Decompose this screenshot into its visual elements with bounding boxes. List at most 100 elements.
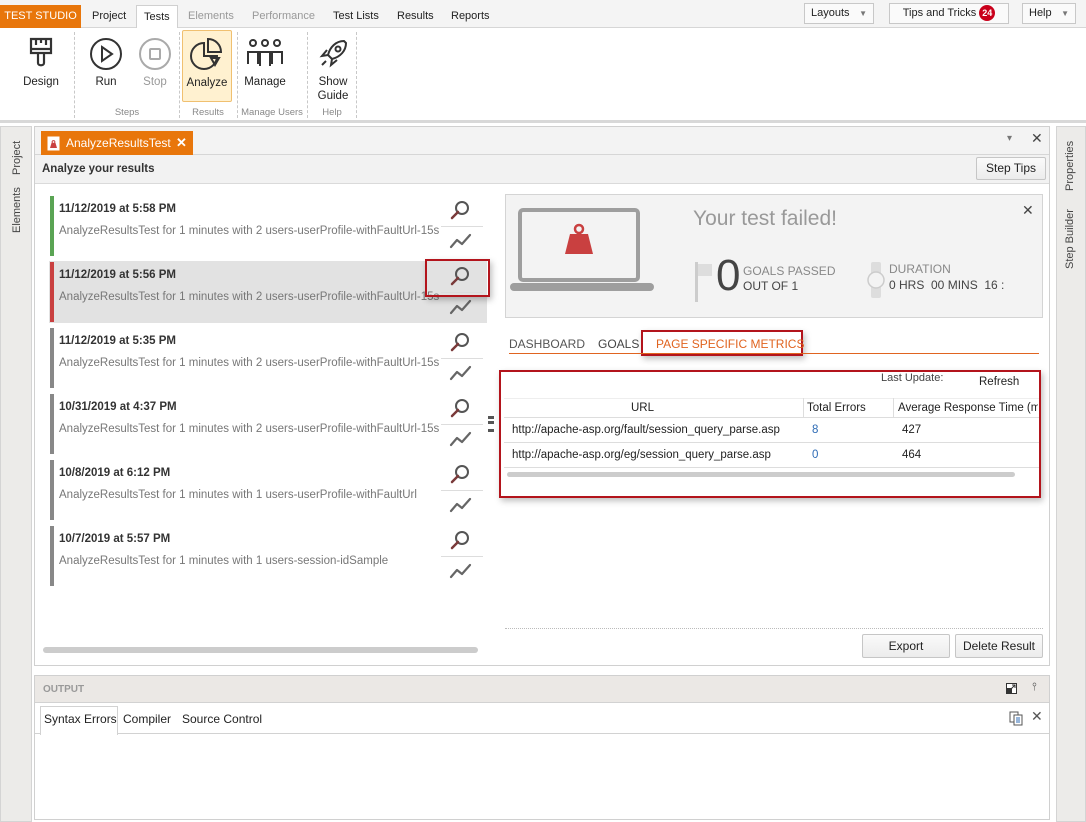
close-icon[interactable]: ✕ — [1022, 203, 1034, 219]
splitter-handle[interactable] — [488, 416, 494, 432]
result-item[interactable]: 11/12/2019 at 5:58 PM AnalyzeResultsTest … — [49, 195, 487, 257]
menu-tab-results[interactable]: Results — [390, 5, 441, 28]
result-description: AnalyzeResultsTest for 1 minutes with 2 … — [59, 225, 439, 237]
rocket-icon — [319, 39, 348, 68]
show-guide-button[interactable]: Show Guide — [310, 30, 356, 102]
menu-tab-performance[interactable]: Performance — [245, 5, 322, 28]
panel-menu-icon[interactable]: ▾ — [1007, 133, 1012, 144]
watch-icon — [867, 262, 885, 298]
column-divider[interactable] — [893, 398, 894, 418]
paintbrush-icon — [29, 37, 53, 67]
group-label-steps: Steps — [114, 107, 140, 118]
result-item[interactable]: 11/12/2019 at 5:56 PM AnalyzeResultsTest … — [49, 261, 487, 323]
goals-passed-label: GOALS PASSED — [743, 264, 836, 278]
menu-tab-tests[interactable]: Tests — [136, 5, 178, 29]
tab-dashboard[interactable]: DASHBOARD — [509, 337, 585, 351]
menu-tab-test-lists[interactable]: Test Lists — [326, 5, 386, 28]
result-datetime: 11/12/2019 at 5:56 PM — [59, 269, 176, 281]
result-description: AnalyzeResultsTest for 1 minutes with 1 … — [59, 555, 389, 567]
step-builder-pane-tab[interactable]: Step Builder — [1064, 209, 1076, 269]
app-brand-button[interactable]: TEST STUDIO — [0, 5, 81, 28]
ribbon: Design Run Stop Steps Analyze Results Ma… — [0, 28, 1086, 123]
group-label-results: Results — [192, 107, 224, 118]
tips-label: Tips and Tricks — [902, 7, 977, 19]
run-button[interactable]: Run — [84, 30, 128, 88]
users-icon — [247, 39, 283, 66]
menu-tab-project[interactable]: Project — [85, 5, 133, 28]
page-title: Analyze your results — [42, 163, 155, 175]
help-dropdown[interactable]: Help ▼ — [1022, 3, 1076, 24]
document-tab-analyze-results-test[interactable]: AnalyzeResultsTest ✕ — [41, 131, 193, 155]
close-icon[interactable]: ✕ — [176, 131, 187, 155]
magnifier-icon[interactable] — [447, 529, 473, 553]
run-label: Run — [95, 76, 117, 88]
document-tab-title: AnalyzeResultsTest — [66, 136, 171, 150]
tab-compiler[interactable]: Compiler — [123, 712, 171, 726]
laptop-weight-icon — [510, 208, 654, 291]
magnifier-icon[interactable] — [447, 463, 473, 487]
divider — [505, 628, 1043, 629]
column-divider[interactable] — [803, 398, 804, 418]
elements-pane-tab[interactable]: Elements — [11, 187, 23, 233]
manage-label: Manage — [244, 76, 286, 88]
layouts-dropdown[interactable]: Layouts ▼ — [804, 3, 874, 24]
table-horizontal-scrollbar[interactable] — [507, 472, 1015, 477]
status-bar — [50, 196, 54, 256]
result-item[interactable]: 10/7/2019 at 5:57 PM AnalyzeResultsTest f… — [49, 525, 487, 587]
trend-line-icon[interactable] — [447, 493, 473, 517]
magnifier-icon[interactable] — [447, 397, 473, 421]
document-tab-bar: AnalyzeResultsTest ✕ ▾ ✕ — [35, 127, 1049, 155]
column-header-avg-response[interactable]: Average Response Time (ms) — [898, 402, 1038, 414]
layouts-label: Layouts — [811, 7, 850, 19]
cell-total-errors[interactable]: 8 — [812, 424, 818, 436]
trend-line-icon[interactable] — [447, 361, 473, 385]
result-item[interactable]: 11/12/2019 at 5:35 PM AnalyzeResultsTest … — [49, 327, 487, 389]
float-window-icon — [1006, 683, 1017, 694]
delete-result-button[interactable]: Delete Result — [955, 634, 1043, 658]
highlight-box — [425, 259, 490, 297]
column-header-url[interactable]: URL — [631, 402, 654, 414]
refresh-button[interactable]: Refresh — [979, 376, 1019, 388]
result-item[interactable]: 10/31/2019 at 4:37 PM AnalyzeResultsTest … — [49, 393, 487, 455]
tips-and-tricks-button[interactable]: Tips and Tricks 24 — [889, 3, 1009, 24]
project-pane-tab[interactable]: Project — [11, 141, 23, 175]
result-item[interactable]: 10/8/2019 at 6:12 PM AnalyzeResultsTest f… — [49, 459, 487, 521]
magnifier-icon[interactable] — [447, 199, 473, 223]
tab-source-control[interactable]: Source Control — [182, 712, 262, 726]
table-row[interactable]: http://apache-asp.org/eg/session_query_p… — [504, 443, 1039, 468]
export-button[interactable]: Export — [862, 634, 950, 658]
magnifier-icon[interactable] — [447, 331, 473, 355]
stop-button[interactable]: Stop — [133, 30, 177, 88]
tab-syntax-errors[interactable]: Syntax Errors — [44, 712, 117, 726]
cell-url: http://apache-asp.org/fault/session_quer… — [512, 424, 780, 436]
divider — [441, 424, 483, 425]
pin-icon[interactable]: ⫯ — [1032, 680, 1037, 694]
results-list-scrollbar[interactable] — [43, 647, 478, 653]
result-description: AnalyzeResultsTest for 1 minutes with 2 … — [59, 291, 439, 303]
analyze-button[interactable]: Analyze — [182, 30, 232, 102]
close-icon[interactable]: ✕ — [1031, 131, 1043, 147]
goals-passed-count: 0 — [716, 251, 741, 300]
manage-button[interactable]: Manage — [240, 30, 290, 88]
menu-tab-reports[interactable]: Reports — [444, 5, 497, 28]
trend-line-icon[interactable] — [447, 295, 473, 319]
trend-line-icon[interactable] — [447, 427, 473, 451]
column-header-total-errors[interactable]: Total Errors — [807, 402, 866, 414]
trend-line-icon[interactable] — [447, 229, 473, 253]
close-icon[interactable]: ✕ — [1031, 709, 1043, 725]
last-update-label: Last Update: — [881, 372, 944, 384]
divider — [441, 358, 483, 359]
result-datetime: 10/31/2019 at 4:37 PM — [59, 401, 177, 413]
menu-tab-elements[interactable]: Elements — [181, 5, 241, 28]
output-title: OUTPUT — [43, 684, 85, 695]
step-tips-button[interactable]: Step Tips — [976, 157, 1046, 180]
tab-goals[interactable]: GOALS — [598, 337, 639, 351]
trend-line-icon[interactable] — [447, 559, 473, 583]
tab-page-specific-metrics[interactable]: PAGE SPECIFIC METRICS — [656, 337, 804, 351]
cell-total-errors[interactable]: 0 — [812, 449, 818, 461]
result-datetime: 11/12/2019 at 5:58 PM — [59, 203, 176, 215]
design-button[interactable]: Design — [14, 30, 68, 88]
properties-pane-tab[interactable]: Properties — [1064, 141, 1076, 191]
result-datetime: 10/8/2019 at 6:12 PM — [59, 467, 171, 479]
table-row[interactable]: http://apache-asp.org/fault/session_quer… — [504, 418, 1039, 443]
